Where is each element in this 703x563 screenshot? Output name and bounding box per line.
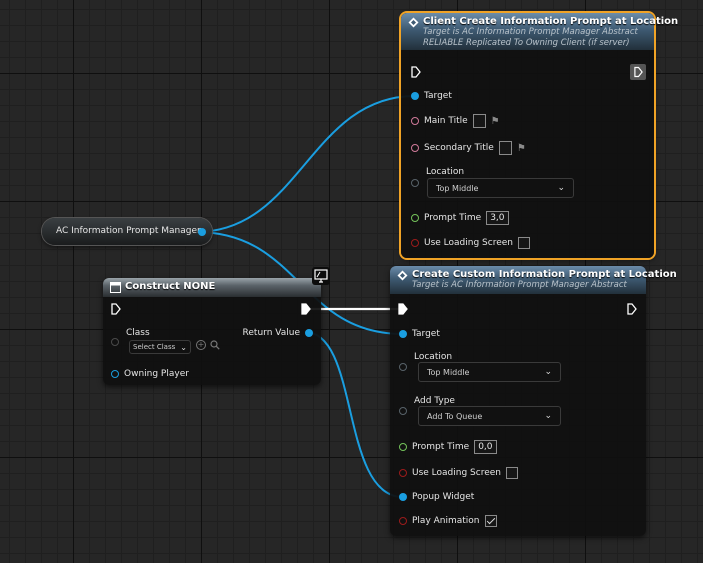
client-prompt-time-pin[interactable]: Prompt Time 3,0: [411, 211, 509, 225]
client-use-loading-screen-pin[interactable]: Use Loading Screen: [411, 237, 530, 249]
add-type-label: Add Type: [414, 396, 455, 406]
prompt-time-pin-dot[interactable]: [399, 443, 407, 451]
reset-icon[interactable]: +: [196, 340, 206, 350]
use-loading-screen-label: Use Loading Screen: [412, 468, 501, 478]
monitor-icon: [312, 267, 330, 285]
target-label: Target: [424, 91, 452, 101]
custom-location-dropdown[interactable]: Top Middle ⌄: [418, 362, 561, 382]
construct-exec-input-pin[interactable]: [111, 303, 121, 315]
ac-information-prompt-manager-variable[interactable]: AC Information Prompt Manager: [42, 218, 212, 245]
browse-icon[interactable]: [210, 340, 220, 350]
chevron-down-icon: ⌄: [557, 183, 565, 193]
secondary-title-text-box[interactable]: [498, 141, 512, 155]
client-node-subtitle: Target is AC Information Prompt Manager …: [423, 27, 638, 37]
chevron-down-icon: ⌄: [544, 367, 552, 377]
secondary-title-label: Secondary Title: [424, 143, 494, 153]
popup-widget-pin-dot[interactable]: [399, 493, 407, 501]
select-class-dropdown[interactable]: Select Class ⌄: [129, 340, 191, 354]
exec-pin-icon: [634, 66, 643, 78]
secondary-title-pin-dot[interactable]: [411, 144, 419, 152]
client-location-pin-dot[interactable]: [411, 179, 419, 187]
function-icon: [397, 270, 408, 281]
prompt-time-input[interactable]: 3,0: [486, 211, 509, 225]
add-type-value: Add To Queue: [427, 411, 483, 421]
exec-output-pin[interactable]: [630, 64, 646, 80]
flag-icon[interactable]: ⚑: [491, 116, 500, 127]
create-custom-information-prompt-node[interactable]: Create Custom Information Prompt at Loca…: [390, 266, 677, 536]
custom-location-value: Top Middle: [427, 367, 470, 377]
exec-input-pin[interactable]: [411, 66, 421, 78]
custom-prompt-time-pin[interactable]: Prompt Time 0,0: [399, 440, 497, 454]
play-animation-label: Play Animation: [412, 516, 480, 526]
prompt-time-label: Prompt Time: [412, 442, 470, 452]
construct-node-icon: [110, 282, 121, 293]
owning-player-pin[interactable]: Owning Player: [111, 369, 189, 379]
client-node-header[interactable]: Client Create Information Prompt at Loca…: [401, 13, 679, 50]
custom-location-label: Location: [414, 352, 453, 362]
add-type-dropdown[interactable]: Add To Queue ⌄: [418, 406, 561, 426]
custom-target-pin[interactable]: Target: [399, 329, 440, 339]
play-animation-pin[interactable]: Play Animation: [399, 515, 497, 527]
client-node-replication: RELIABLE Replicated To Owning Client (if…: [423, 38, 630, 48]
main-title-pin-dot[interactable]: [411, 117, 419, 125]
chevron-down-icon: ⌄: [180, 342, 187, 352]
class-label: Class: [126, 328, 150, 338]
owning-player-label: Owning Player: [124, 369, 189, 379]
client-target-pin[interactable]: Target: [411, 91, 452, 101]
client-location-value: Top Middle: [436, 183, 479, 193]
custom-location-pin-dot[interactable]: [399, 363, 407, 371]
construct-node-header[interactable]: Construct NONE: [103, 278, 321, 297]
custom-node-header[interactable]: Create Custom Information Prompt at Loca…: [390, 266, 677, 294]
target-pin-dot[interactable]: [399, 330, 407, 338]
custom-node-subtitle: Target is AC Information Prompt Manager …: [412, 280, 627, 290]
owning-player-pin-dot[interactable]: [111, 370, 119, 378]
return-value-pin[interactable]: Return Value: [243, 328, 313, 338]
client-create-information-prompt-node[interactable]: Client Create Information Prompt at Loca…: [401, 13, 679, 258]
custom-use-loading-screen-pin[interactable]: Use Loading Screen: [399, 467, 518, 479]
target-pin-dot[interactable]: [411, 92, 419, 100]
chevron-down-icon: ⌄: [544, 411, 552, 421]
main-title-label: Main Title: [424, 116, 468, 126]
variable-label: AC Information Prompt Manager: [56, 226, 201, 236]
target-label: Target: [412, 329, 440, 339]
wire-manager-to-client-target: [195, 95, 416, 233]
prompt-time-input[interactable]: 0,0: [474, 440, 497, 454]
client-location-label: Location: [426, 167, 465, 177]
prompt-time-pin-dot[interactable]: [411, 214, 419, 222]
client-main-title-pin[interactable]: Main Title ⚑: [411, 114, 500, 128]
main-title-text-box[interactable]: [472, 114, 486, 128]
popup-widget-pin[interactable]: Popup Widget: [399, 492, 474, 502]
flag-icon[interactable]: ⚑: [517, 143, 526, 154]
play-animation-pin-dot[interactable]: [399, 517, 407, 525]
use-loading-screen-checkbox[interactable]: [518, 237, 530, 249]
prompt-time-label: Prompt Time: [424, 213, 482, 223]
use-loading-screen-pin-dot[interactable]: [411, 239, 419, 247]
class-pin-dot[interactable]: [111, 338, 119, 346]
popup-widget-label: Popup Widget: [412, 492, 475, 502]
return-value-label: Return Value: [242, 328, 300, 338]
construct-node-title: Construct NONE: [125, 281, 216, 292]
play-animation-checkbox[interactable]: [484, 515, 497, 527]
client-node-title: Client Create Information Prompt at Loca…: [423, 16, 679, 27]
use-loading-screen-pin-dot[interactable]: [399, 469, 407, 477]
add-type-pin-dot[interactable]: [399, 407, 407, 415]
construct-exec-output-pin[interactable]: [301, 303, 311, 315]
client-secondary-title-pin[interactable]: Secondary Title ⚑: [411, 141, 526, 155]
use-loading-screen-checkbox[interactable]: [506, 467, 518, 479]
construct-none-node[interactable]: Construct NONE Class Select Class ⌄ + Re…: [103, 278, 321, 385]
select-class-placeholder: Select Class: [133, 343, 176, 351]
use-loading-screen-label: Use Loading Screen: [424, 238, 513, 248]
function-icon: [408, 17, 419, 28]
client-location-dropdown[interactable]: Top Middle ⌄: [427, 178, 574, 198]
custom-exec-input-pin[interactable]: [398, 303, 408, 315]
variable-output-pin[interactable]: [198, 228, 206, 236]
custom-exec-output-pin[interactable]: [627, 303, 637, 315]
custom-node-title: Create Custom Information Prompt at Loca…: [412, 269, 677, 280]
return-value-pin-dot[interactable]: [305, 329, 313, 337]
